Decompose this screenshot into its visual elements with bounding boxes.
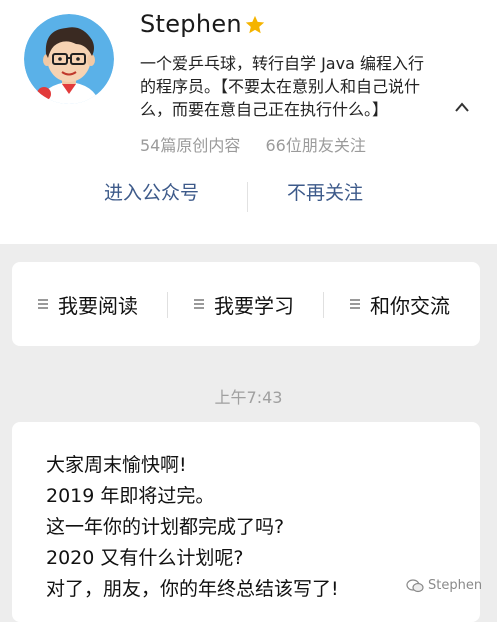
bio-line: 么，而要在意自己正在执行什么。】 — [140, 100, 389, 119]
menu-item-learn[interactable]: 我要学习 — [194, 262, 294, 346]
message-line: 2019 年即将过完。 — [46, 485, 215, 507]
friends-follow[interactable]: 66位朋友关注 — [265, 136, 365, 155]
profile-bio: 一个爱乒乓球，转行自学 Java 编程入行 的程序员。【不要太在意别人和自己说什… — [140, 52, 472, 121]
profile-actions: 进入公众号 不再关注 — [0, 178, 497, 216]
wechat-icon — [406, 578, 424, 592]
profile-stats: 54篇原创内容 66位朋友关注 — [140, 132, 386, 156]
divider — [247, 182, 248, 212]
watermark: Stephen — [406, 578, 482, 593]
bio-line: 的程序员。【不要太在意别人和自己说什 — [140, 77, 421, 96]
star-icon — [245, 15, 265, 34]
chevron-up-icon[interactable] — [454, 101, 470, 113]
menu-icon — [194, 299, 204, 309]
bio-line: 一个爱乒乓球，转行自学 Java 编程入行 — [140, 54, 424, 73]
menu-item-label: 和你交流 — [370, 293, 450, 318]
menu-item-chat[interactable]: 和你交流 — [350, 262, 450, 346]
profile-header: Stephen 一个爱乒乓球，转行自学 Java 编程入行 的程序员。【不要太在… — [0, 0, 497, 244]
account-menu: 我要阅读 我要学习 和你交流 — [12, 262, 480, 346]
original-count: 54篇原创内容 — [140, 136, 241, 155]
profile-name: Stephen — [140, 10, 242, 38]
menu-icon — [38, 299, 48, 309]
enter-account-button[interactable]: 进入公众号 — [104, 178, 199, 205]
message-line: 这一年你的计划都完成了吗? — [46, 516, 285, 538]
watermark-text: Stephen — [428, 578, 483, 593]
message-text: 大家周末愉快啊! 2019 年即将过完。 这一年你的计划都完成了吗? 2020 … — [46, 450, 339, 605]
menu-item-label: 我要学习 — [214, 293, 294, 318]
menu-icon — [350, 299, 360, 309]
message-line: 对了，朋友，你的年终总结该写了! — [46, 578, 339, 600]
message-line: 大家周末愉快啊! — [46, 454, 187, 476]
unfollow-button[interactable]: 不再关注 — [287, 178, 363, 205]
message-line: 2020 又有什么计划呢? — [46, 547, 244, 569]
menu-item-read[interactable]: 我要阅读 — [38, 262, 138, 346]
menu-item-label: 我要阅读 — [58, 293, 138, 318]
divider — [167, 292, 168, 318]
divider — [323, 292, 324, 318]
avatar[interactable] — [24, 14, 114, 104]
message-timestamp: 上午7:43 — [214, 388, 283, 407]
